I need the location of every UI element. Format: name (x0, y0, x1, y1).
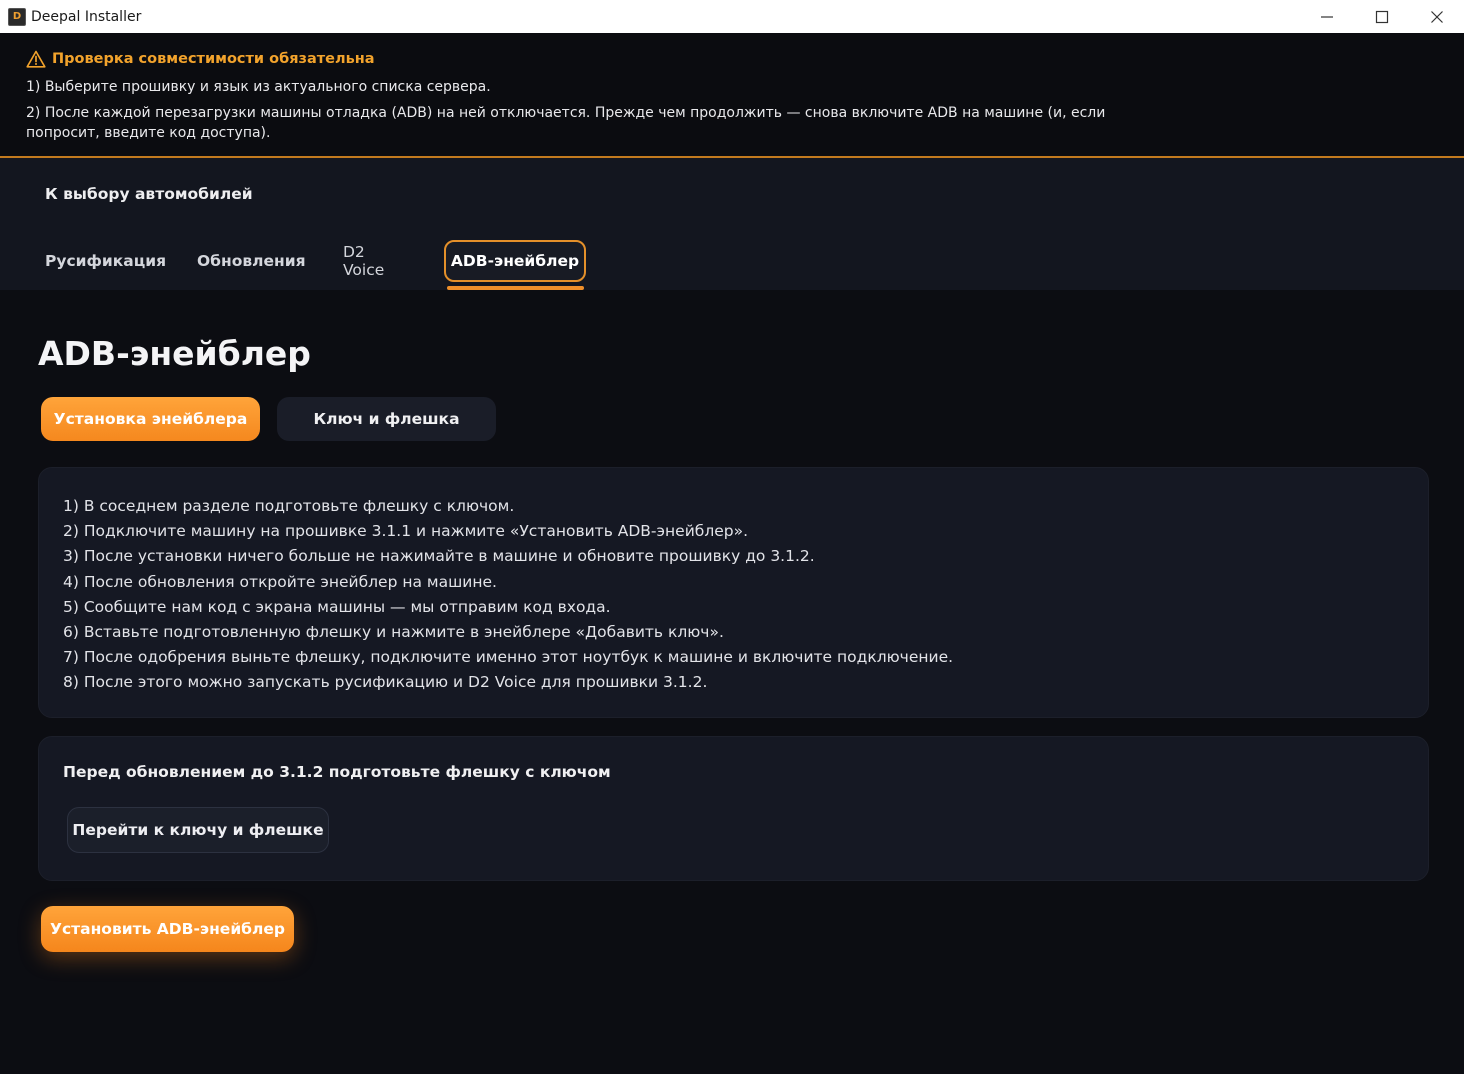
go-to-key-and-usb-button[interactable]: Перейти к ключу и флешке (67, 807, 329, 853)
instruction-step: 3) После установки ничего больше не нажи… (63, 547, 815, 566)
title-bar: D Deepal Installer (0, 0, 1464, 33)
banner-title: Проверка совместимости обязательна (52, 51, 375, 67)
window-controls (1299, 0, 1464, 33)
install-adb-enabler-button[interactable]: Установить ADB-энейблер (41, 906, 294, 952)
subtab-install-enabler[interactable]: Установка энейблера (41, 397, 260, 441)
close-icon (1430, 10, 1443, 23)
instructions-card: 1) В соседнем разделе подготовьте флешку… (38, 467, 1429, 718)
tab-d2-voice[interactable]: D2 Voice (343, 240, 384, 282)
prepare-usb-card: Перед обновлением до 3.1.2 подготовьте ф… (38, 736, 1429, 881)
maximize-icon (1375, 10, 1388, 23)
nav-header: К выбору автомобилей Русификация Обновле… (0, 158, 1464, 290)
instruction-step: 4) После обновления откройте энейблер на… (63, 572, 497, 591)
warning-icon (26, 50, 46, 68)
instruction-step: 8) После этого можно запускать русификац… (63, 673, 708, 692)
close-button[interactable] (1409, 0, 1464, 33)
minimize-button[interactable] (1299, 0, 1354, 33)
minimize-icon (1320, 15, 1333, 18)
compatibility-banner: Проверка совместимости обязательна 1) Вы… (0, 33, 1464, 158)
instruction-step: 5) Сообщите нам код с экрана машины — мы… (63, 597, 611, 616)
maximize-button[interactable] (1354, 0, 1409, 33)
window-title: Deepal Installer (31, 8, 142, 25)
prepare-usb-text: Перед обновлением до 3.1.2 подготовьте ф… (63, 763, 611, 781)
banner-line-1: 1) Выберите прошивку и язык из актуально… (26, 79, 491, 95)
tab-adb-enabler[interactable]: ADB-энейблер (444, 240, 586, 282)
back-to-cars-link[interactable]: К выбору автомобилей (45, 185, 253, 203)
banner-header: Проверка совместимости обязательна (26, 48, 1438, 70)
page-title: ADB-энейблер (38, 334, 311, 373)
instruction-step: 1) В соседнем разделе подготовьте флешку… (63, 497, 515, 515)
instruction-step: 2) Подключите машину на прошивке 3.1.1 и… (63, 522, 749, 541)
instruction-step: 6) Вставьте подготовленную флешку и нажм… (63, 622, 724, 641)
tab-russification[interactable]: Русификация (45, 240, 166, 282)
tab-updates[interactable]: Обновления (197, 240, 306, 282)
app-logo-icon: D (8, 7, 26, 26)
subtab-key-and-usb[interactable]: Ключ и флешка (277, 397, 496, 441)
banner-line-2: 2) После каждой перезагрузки машины отла… (26, 105, 1106, 141)
instruction-step: 7) После одобрения выньте флешку, подклю… (63, 648, 954, 667)
active-tab-indicator (447, 286, 584, 290)
